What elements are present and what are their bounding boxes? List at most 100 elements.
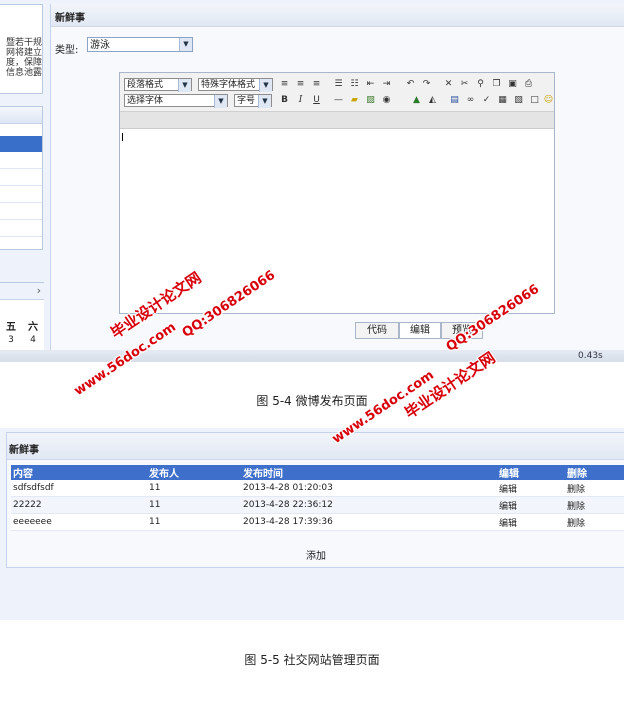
edit-link[interactable]: 编辑 — [497, 496, 565, 514]
edit-link[interactable]: 编辑 — [497, 513, 565, 531]
folder-icon[interactable]: ▰ — [348, 94, 361, 107]
chevron-down-icon: ▼ — [259, 79, 272, 92]
calendar-nav: › — [0, 283, 44, 300]
paragraph-format-select[interactable]: 段落格式 ▼ — [124, 78, 192, 92]
tab-edit[interactable]: 编辑 — [399, 322, 441, 339]
delete-link[interactable]: 删除 — [565, 496, 624, 514]
notice-text: 暨若干规 网将建立 度，保障 信息池露 — [0, 38, 42, 78]
link-icon[interactable]: ▤ — [448, 94, 461, 107]
panel-title: 新鲜事 — [9, 445, 39, 456]
panel-title: 新鲜事 — [55, 13, 85, 24]
column-header: 编辑 — [497, 465, 565, 480]
image-icon[interactable]: ▨ — [364, 94, 377, 107]
table-row: 22222 11 2013-4-28 22:36:12 编辑 删除 — [11, 496, 624, 514]
cell-publisher: 11 — [147, 480, 241, 497]
table-header-row: 内容 发布人 发布时间 编辑 删除 — [11, 465, 624, 480]
highlight-icon[interactable]: ◭ — [426, 94, 439, 107]
delete-link[interactable]: 删除 — [565, 480, 624, 497]
undo-icon[interactable]: ↶ — [404, 78, 417, 91]
bullet-list-icon[interactable]: ☰ — [332, 78, 345, 91]
close-icon[interactable]: ✕ — [442, 78, 455, 91]
print-icon[interactable]: ⎙ — [522, 78, 535, 91]
post-panel: 新鲜事 类型: 游泳 ▼ 段落格式 ▼ 特殊字体格式 ▼ ≡ ≡ ≡ ☰ ☷ ⇤… — [50, 4, 624, 352]
special-font-select[interactable]: 特殊字体格式 ▼ — [198, 78, 273, 92]
italic-button[interactable]: I — [294, 94, 307, 107]
text-caret — [122, 133, 123, 141]
page-icon[interactable]: □ — [528, 94, 541, 107]
copy-icon[interactable]: ❐ — [490, 78, 503, 91]
sidebar-item[interactable] — [0, 220, 42, 237]
font-family-value: 选择字体 — [127, 96, 164, 106]
chevron-right-icon[interactable]: › — [37, 284, 41, 297]
cell-time: 2013-4-28 01:20:03 — [241, 480, 497, 497]
calendar-day[interactable]: 4 — [30, 335, 36, 345]
cell-time: 2013-4-28 22:36:12 — [241, 496, 497, 514]
editor-toolbar: 段落格式 ▼ 特殊字体格式 ▼ ≡ ≡ ≡ ☰ ☷ ⇤ ⇥ ↶ ↷ ✕ ✂ ⚲ — [120, 73, 554, 112]
align-center-icon[interactable]: ≡ — [294, 78, 307, 91]
special-font-value: 特殊字体格式 — [201, 80, 256, 90]
paste-icon[interactable]: ▣ — [506, 78, 519, 91]
table-row: sdfsdfsdf 11 2013-4-28 01:20:03 编辑 删除 — [11, 480, 624, 497]
emoticon-icon[interactable]: ☺ — [542, 94, 555, 107]
type-select[interactable]: 游泳 ▼ — [87, 37, 193, 52]
redo-icon[interactable]: ↷ — [420, 78, 433, 91]
notice-line: 度，保障 — [5, 58, 42, 68]
notice-line: 信息池露 — [5, 68, 42, 78]
calendar-day[interactable]: 3 — [8, 335, 14, 345]
post-page-screenshot: 暨若干规 网将建立 度，保障 信息池露 › 五 六 3 4 新鲜事 类型: 游泳… — [0, 0, 624, 362]
font-size-select[interactable]: 字号 ▼ — [234, 94, 272, 108]
cell-content: eeeeeee — [11, 513, 147, 531]
cell-content: sdfsdfsdf — [11, 480, 147, 497]
calendar-dates: 3 4 — [0, 335, 44, 345]
cut-icon[interactable]: ✂ — [458, 78, 471, 91]
media-icon[interactable]: ◉ — [380, 94, 393, 107]
add-button[interactable]: 添加 — [7, 547, 624, 562]
tab-code[interactable]: 代码 — [355, 322, 399, 339]
weekday-label: 六 — [28, 322, 38, 333]
column-header: 发布时间 — [241, 465, 497, 480]
panel-title-bar: 新鲜事 — [7, 433, 624, 460]
sidebar-item[interactable] — [0, 169, 42, 186]
outdent-icon[interactable]: ⇤ — [364, 78, 377, 91]
number-list-icon[interactable]: ☷ — [348, 78, 361, 91]
cell-content: 22222 — [11, 496, 147, 514]
unlink-icon[interactable]: ∞ — [464, 94, 477, 107]
sidebar-item[interactable] — [0, 203, 42, 220]
weekday-label: 五 — [6, 322, 16, 333]
table-row: eeeeeee 11 2013-4-28 17:39:36 编辑 删除 — [11, 513, 624, 531]
text-color-icon[interactable]: ▲ — [410, 94, 423, 107]
type-label: 类型: — [55, 45, 79, 56]
font-family-select[interactable]: 选择字体 ▼ — [124, 94, 228, 108]
underline-button[interactable]: U — [310, 94, 323, 107]
horizontal-rule-icon[interactable]: — — [332, 94, 345, 107]
column-header: 删除 — [565, 465, 624, 480]
panel-title-bar: 新鲜事 — [51, 4, 624, 27]
indent-icon[interactable]: ⇥ — [380, 78, 393, 91]
column-header: 发布人 — [147, 465, 241, 480]
bold-button[interactable]: B — [278, 94, 291, 107]
manage-page-screenshot: 新鲜事 内容 发布人 发布时间 编辑 删除 sdfsdfsdf 11 2013-… — [0, 428, 624, 620]
manage-panel: 新鲜事 内容 发布人 发布时间 编辑 删除 sdfsdfsdf 11 2013-… — [6, 432, 624, 568]
find-icon[interactable]: ⚲ — [474, 78, 487, 91]
font-size-value: 字号 — [237, 96, 256, 106]
cell-time: 2013-4-28 17:39:36 — [241, 513, 497, 531]
edit-link[interactable]: 编辑 — [497, 480, 565, 497]
sidebar-item[interactable] — [0, 152, 42, 169]
column-header: 内容 — [11, 465, 147, 480]
paragraph-format-value: 段落格式 — [127, 80, 164, 90]
sidebar-item-selected[interactable] — [0, 136, 42, 152]
sidebar-menu-header — [0, 107, 42, 124]
sidebar-item[interactable] — [0, 186, 42, 203]
calendar-weekdays: 五 六 — [0, 318, 44, 333]
align-right-icon[interactable]: ≡ — [310, 78, 323, 91]
spellcheck-icon[interactable]: ✓ — [480, 94, 493, 107]
left-sidebar: 暨若干规 网将建立 度，保障 信息池露 › 五 六 3 4 — [0, 0, 44, 362]
align-left-icon[interactable]: ≡ — [278, 78, 291, 91]
table-icon[interactable]: ▦ — [496, 94, 509, 107]
chevron-down-icon: ▼ — [258, 95, 271, 108]
editor-strip — [120, 112, 554, 129]
chevron-down-icon: ▼ — [178, 79, 191, 92]
figure-caption: 图 5-4 微博发布页面 — [256, 394, 368, 408]
delete-link[interactable]: 删除 — [565, 513, 624, 531]
special-char-icon[interactable]: ▧ — [512, 94, 525, 107]
